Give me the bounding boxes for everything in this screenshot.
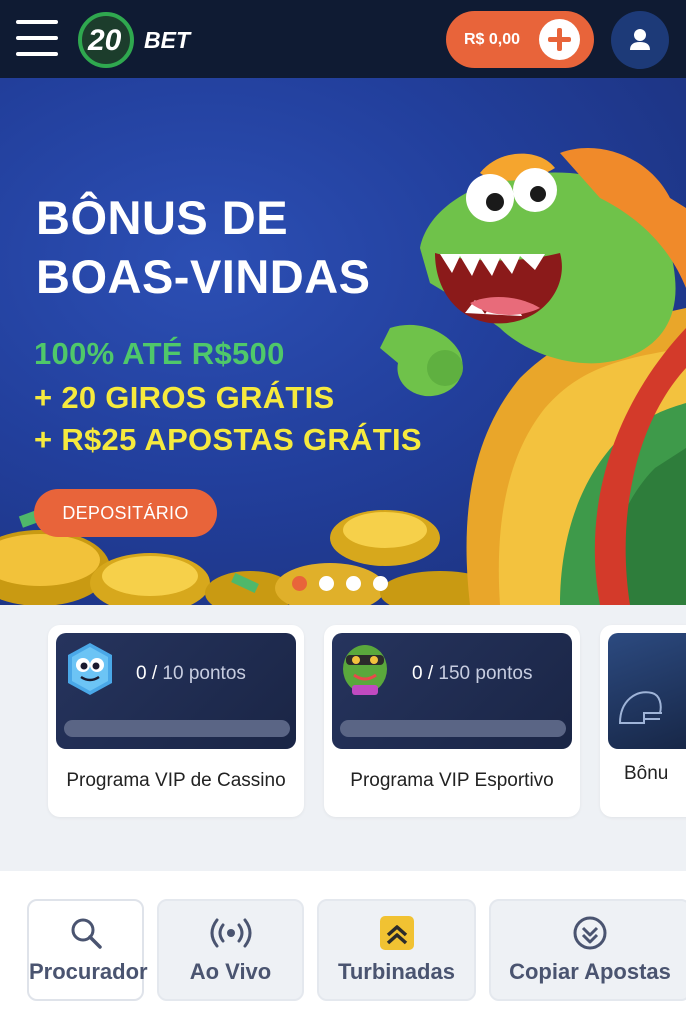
carousel-dot[interactable] (292, 576, 307, 591)
points-current: 0 (412, 663, 423, 684)
copy-bets-icon (573, 916, 607, 950)
vip-card-banner (608, 633, 686, 749)
vip-progress-bar (340, 720, 566, 737)
casino-mascot-icon (68, 643, 112, 695)
vip-points: 0 / 10 pontos (136, 663, 246, 684)
user-icon (630, 29, 650, 50)
boost-chevrons-icon (379, 916, 414, 950)
banner-title: BÔNUS DE BOAS-VINDAS (36, 188, 436, 306)
vip-card-label: Programa VIP Esportivo (350, 770, 554, 791)
quick-link-label: Turbinadas (338, 959, 455, 984)
banner-title-line1: BÔNUS DE (36, 191, 289, 244)
vip-programs-carousel[interactable]: 0 / 10 pontos Programa VIP de Cassino 0 … (0, 605, 686, 871)
quick-link-live[interactable]: Ao Vivo (157, 899, 304, 1001)
vip-points: 0 / 150 pontos (412, 663, 533, 684)
quick-link-label: Ao Vivo (189, 959, 272, 984)
promo-banner[interactable]: BÔNUS DE BOAS-VINDAS 100% ATÉ R$500 + 20… (0, 78, 686, 605)
offer-line-1: 100% ATÉ R$500 (34, 336, 285, 371)
vip-card-bonus[interactable]: Bônu (600, 625, 686, 817)
menu-icon[interactable] (16, 20, 58, 56)
carousel-dot[interactable] (346, 576, 361, 591)
quick-link-label: Copiar Apostas (509, 959, 671, 984)
offer-line-3: + R$25 APOSTAS GRÁTIS (34, 422, 422, 457)
quick-link-copy-bets[interactable]: Copiar Apostas (489, 899, 686, 1001)
logo-text: BET (144, 27, 192, 53)
points-current: 0 (136, 663, 147, 684)
account-button[interactable] (611, 11, 669, 69)
quick-link-search[interactable]: Procurador (27, 899, 148, 1001)
vip-card-sports[interactable]: 0 / 150 pontos Programa VIP Esportivo (324, 625, 580, 817)
sports-mascot-icon (343, 645, 387, 695)
quick-link-label: Procurador (29, 959, 148, 984)
banner-title-line2: BOAS-VINDAS (36, 250, 371, 303)
carousel-indicators (292, 576, 388, 592)
brand-logo[interactable]: 20 BET (76, 12, 206, 68)
vip-card-banner: 0 / 150 pontos (332, 633, 572, 749)
points-total: 10 (162, 663, 184, 684)
offer-line-2: + 20 GIROS GRÁTIS (34, 380, 335, 415)
helmet-icon (618, 691, 662, 724)
points-unit: pontos (188, 663, 246, 684)
search-icon (71, 918, 102, 949)
deposit-balance-button[interactable]: R$ 0,00 (446, 11, 594, 68)
quick-links-bar: Procurador Ao Vivo Turbinadas Copiar Apo… (0, 871, 686, 1024)
carousel-dot[interactable] (373, 576, 388, 591)
top-bar: 20 BET R$ 0,00 (0, 0, 686, 78)
vip-progress-bar (64, 720, 290, 737)
live-broadcast-icon (210, 918, 251, 948)
balance-amount: R$ 0,00 (464, 31, 521, 48)
logo-number: 20 (87, 24, 122, 57)
carousel-dot[interactable] (319, 576, 334, 591)
points-total: 150 (438, 663, 471, 684)
vip-card-label: Programa VIP de Cassino (66, 770, 286, 791)
deposit-cta-button[interactable]: DEPOSITÁRIO (34, 489, 217, 537)
plus-icon (539, 19, 580, 60)
vip-card-banner: 0 / 10 pontos (56, 633, 296, 749)
vip-card-label: Bônu (624, 763, 669, 784)
points-unit: pontos (475, 663, 533, 684)
quick-link-boosted[interactable]: Turbinadas (317, 899, 476, 1001)
vip-card-casino[interactable]: 0 / 10 pontos Programa VIP de Cassino (48, 625, 304, 817)
